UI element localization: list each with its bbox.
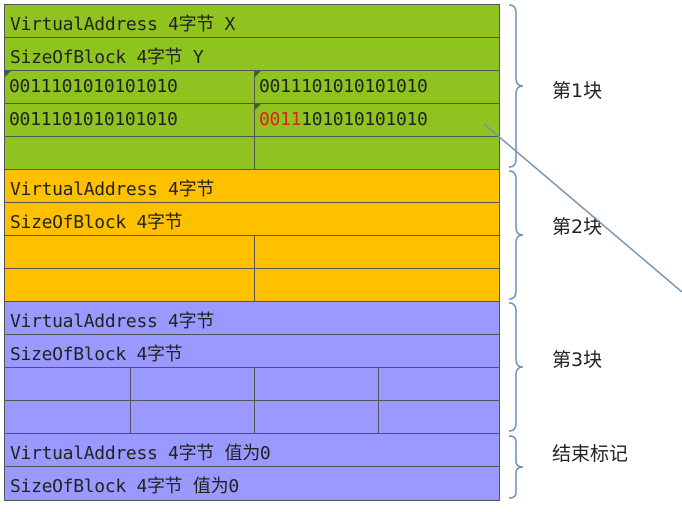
pointer-line	[483, 123, 682, 293]
